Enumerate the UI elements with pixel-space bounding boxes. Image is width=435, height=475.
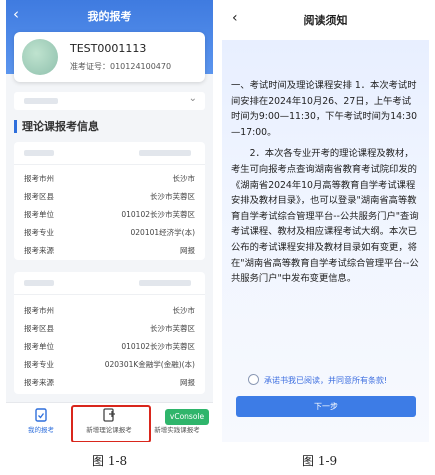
row-value: 长沙市	[172, 306, 196, 315]
radio-icon	[248, 374, 259, 385]
row-value: 010102长沙市芙蓉区	[121, 210, 195, 219]
agree-label: 承诺书我已阅读，并同意所有条款!	[264, 376, 388, 385]
info-row: 报考单位 010102长沙市芙蓉区	[24, 341, 195, 353]
info-row: 报考区县 长沙市芙蓉区	[24, 191, 195, 203]
row-label: 报考区县	[24, 192, 54, 201]
row-label: 报考区县	[24, 324, 54, 333]
tab-my-registration[interactable]: 我的报考	[8, 408, 74, 434]
blurred-text	[139, 280, 191, 286]
notice-paragraph-2: 2．本次各专业开考的理论课程及教材，考生可向报考点查询湖南省教育考试院印发的《湖…	[231, 148, 419, 285]
registration-icon	[35, 408, 47, 422]
row-label: 报考来源	[24, 246, 54, 255]
registration-card: 报考市州 长沙市 报考区县 长沙市芙蓉区 报考单位 010102长沙市芙蓉区 报考专业…	[14, 142, 205, 260]
section-title: 理论课报考信息	[14, 120, 99, 133]
row-value: 020101经济学(本)	[130, 228, 195, 237]
row-value: 长沙市	[172, 174, 196, 183]
info-row: 报考来源 网报	[24, 377, 195, 389]
tab-label: 新增实践课报考	[154, 426, 200, 434]
candidate-name: TEST0001113	[70, 42, 147, 55]
admission-number: 准考证号：010124100470	[70, 62, 172, 71]
row-label: 报考市州	[24, 306, 54, 315]
row-label: 报考单位	[24, 342, 54, 351]
row-label: 报考市州	[24, 174, 54, 183]
screen-my-registration: ‹ 我的报考 TEST0001113 准考证号：010124100470 ⌄ 理…	[6, 0, 213, 442]
exam-select[interactable]: ⌄	[14, 92, 205, 110]
page-title: 阅读须知	[303, 14, 348, 27]
info-row: 报考专业 020101经济学(本)	[24, 227, 195, 239]
info-row: 报考专业 020301K金融学(金融)(本)	[24, 359, 195, 371]
row-value: 网报	[180, 378, 195, 387]
profile-card: TEST0001113 准考证号：010124100470	[14, 32, 205, 82]
notice-text: 一、考试时间及理论课程安排 1．本次考试时间安排在2024年10月26、27日，…	[231, 78, 419, 287]
row-value: 长沙市芙蓉区	[150, 324, 195, 333]
row-label: 报考单位	[24, 210, 54, 219]
screen-reading-notice: ‹ 阅读须知 一、考试时间及理论课程安排 1．本次考试时间安排在2024年10月…	[222, 0, 429, 442]
card-header	[14, 142, 205, 165]
next-button[interactable]: 下一步	[236, 396, 416, 417]
row-value: 长沙市芙蓉区	[150, 192, 195, 201]
blurred-text	[24, 98, 58, 104]
vconsole-button[interactable]: vConsole	[165, 409, 209, 425]
highlight-box	[71, 405, 151, 442]
info-row: 报考来源 网报	[24, 245, 195, 257]
page-title: 我的报考	[87, 10, 132, 23]
info-row: 报考市州 长沙市	[24, 173, 195, 185]
tab-label: 我的报考	[28, 426, 54, 434]
blurred-text	[24, 150, 54, 156]
row-label: 报考专业	[24, 228, 54, 237]
info-row: 报考单位 010102长沙市芙蓉区	[24, 209, 195, 221]
notice-paragraph-1: 一、考试时间及理论课程安排 1．本次考试时间安排在2024年10月26、27日，…	[231, 80, 418, 138]
row-value: 010102长沙市芙蓉区	[121, 342, 195, 351]
row-label: 报考来源	[24, 378, 54, 387]
row-value: 020301K金融学(金融)(本)	[104, 360, 195, 369]
registration-card: 报考市州 长沙市 报考区县 长沙市芙蓉区 报考单位 010102长沙市芙蓉区 报考专业…	[14, 272, 205, 394]
header-bar: ‹ 阅读须知	[222, 0, 429, 40]
info-row: 报考区县 长沙市芙蓉区	[24, 323, 195, 335]
card-header	[14, 272, 205, 295]
avatar	[22, 39, 58, 75]
chevron-down-icon: ⌄	[188, 93, 197, 104]
figure-caption: 图 1-9	[302, 454, 338, 468]
row-label: 报考专业	[24, 360, 54, 369]
figure-caption: 图 1-8	[92, 454, 128, 468]
agree-checkbox[interactable]: 承诺书我已阅读，并同意所有条款!	[248, 374, 387, 386]
blurred-text	[24, 280, 54, 286]
blurred-text	[139, 150, 191, 156]
info-row: 报考市州 长沙市	[24, 305, 195, 317]
row-value: 网报	[180, 246, 195, 255]
